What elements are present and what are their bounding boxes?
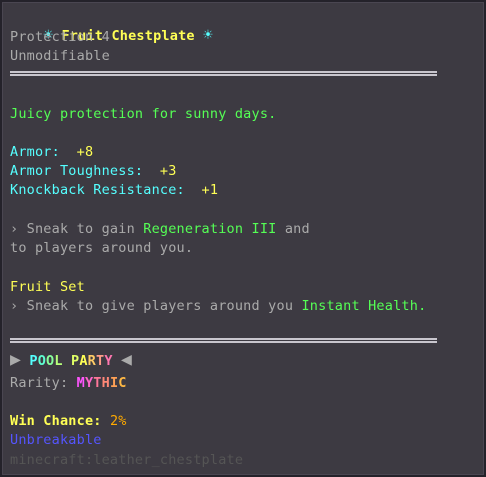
gradient-char: T [96,353,105,369]
stat-label: Armor: [10,144,69,160]
gradient-char: Y [104,353,113,369]
gradient-char: L [54,353,63,369]
stat-value: +1 [201,182,219,198]
ability-prefix: › Sneak to gain [10,221,144,237]
set-name: Fruit Set [10,279,85,295]
unbreakable-line: Unbreakable [10,432,102,448]
gradient-char [63,352,71,370]
item-id-line: minecraft:leather_chestplate [10,452,244,468]
ability-effect: Regeneration III [143,221,277,237]
separator [10,338,437,343]
stat-armor-toughness: Armor Toughness: +3 [10,162,177,180]
separator [10,71,437,76]
stat-armor: Armor: +8 [10,143,93,161]
win-chance-value: 2% [109,413,127,429]
stat-value: +8 [76,144,94,160]
win-chance-line: Win Chance: 2% [10,412,127,430]
gradient-char: R [87,353,96,369]
stat-label: Knockback Resistance: [10,182,194,198]
triangle-right-icon: ▶ [10,349,22,370]
ability-line-1: › Sneak to gain Regeneration III and [10,220,310,238]
triangle-left-icon: ◀ [120,349,133,370]
gradient-char: O [37,353,47,369]
enchantment-line: Protection 4 [10,29,110,45]
sun-icon: ☀ [203,25,213,44]
lore-line: Juicy protection for sunny days. [10,106,277,122]
stat-label: Armor Toughness: [10,163,152,179]
gradient-char: P [71,353,80,369]
gradient-char: P [29,353,38,369]
pool-party-label: POOL PARTY [29,353,112,369]
ability-line-2: to players around you. [10,240,194,256]
ability-suffix: and [276,221,310,237]
stat-knockback-resistance: Knockback Resistance: +1 [10,181,218,199]
gradient-char: M [76,375,85,391]
item-tooltip: ☀ Fruit Chestplate ☀ Protection 4 Unmodi… [0,0,486,477]
set-bonus-effect: Instant Health. [301,298,427,314]
rarity-line: Rarity: MYTHIC [10,374,127,392]
gradient-char: C [118,375,127,391]
set-bonus-prefix: › Sneak to give players around you [10,298,302,314]
rarity-label: Rarity: [10,375,77,391]
gradient-char: T [93,375,102,391]
rarity-value: MYTHIC [77,375,127,391]
gradient-char: O [46,353,55,369]
win-chance-label: Win Chance: [10,413,110,429]
gradient-char: I [109,375,119,391]
gradient-char: A [79,353,88,369]
pool-party-banner: ▶ POOL PARTY ◀ [10,351,132,370]
gradient-char: H [101,375,110,391]
set-bonus-line: › Sneak to give players around you Insta… [10,297,426,315]
modifier-line: Unmodifiable [10,48,110,64]
stat-value: +3 [159,163,177,179]
gradient-char: Y [84,375,94,391]
